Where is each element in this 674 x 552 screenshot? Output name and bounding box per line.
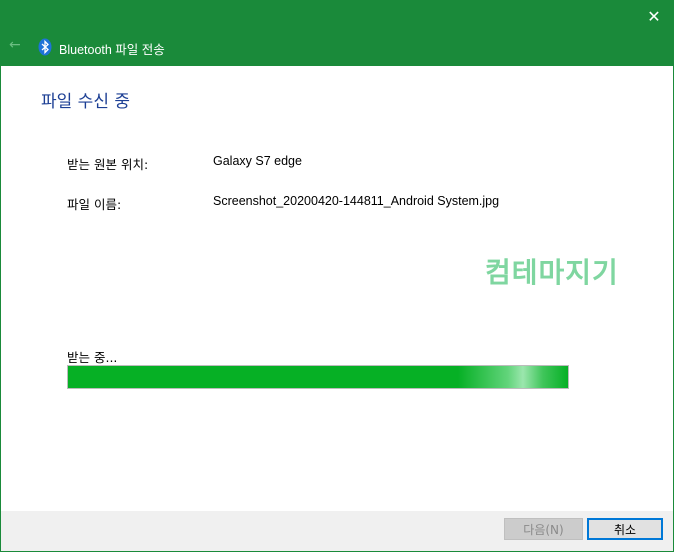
progress-bar [67,365,569,389]
next-button[interactable]: 다음(N) [504,518,583,540]
watermark-logo: 컴테마지기 [485,247,649,289]
watermark-text: 컴테마지기 [485,256,619,289]
cancel-button[interactable]: 취소 [587,518,663,540]
progress-fill [68,366,568,388]
filename-value: Screenshot_20200420-144811_Android Syste… [213,194,500,208]
window-title: Bluetooth 파일 전송 [59,43,165,57]
status-text: 받는 중... [67,350,118,365]
title-bar: ✕ ← Bluetooth 파일 전송 [1,1,673,66]
close-button[interactable]: ✕ [639,3,669,29]
back-arrow-icon[interactable]: ← [9,37,21,53]
source-label: 받는 원본 위치: [67,157,149,172]
source-value: Galaxy S7 edge [213,154,302,168]
bluetooth-icon [38,38,52,56]
close-icon: ✕ [647,6,661,26]
filename-label: 파일 이름: [67,197,122,212]
page-title: 파일 수신 중 [41,92,131,112]
bluetooth-transfer-window: ✕ ← Bluetooth 파일 전송 파일 수신 중 받는 원본 위치: Ga… [0,0,674,552]
